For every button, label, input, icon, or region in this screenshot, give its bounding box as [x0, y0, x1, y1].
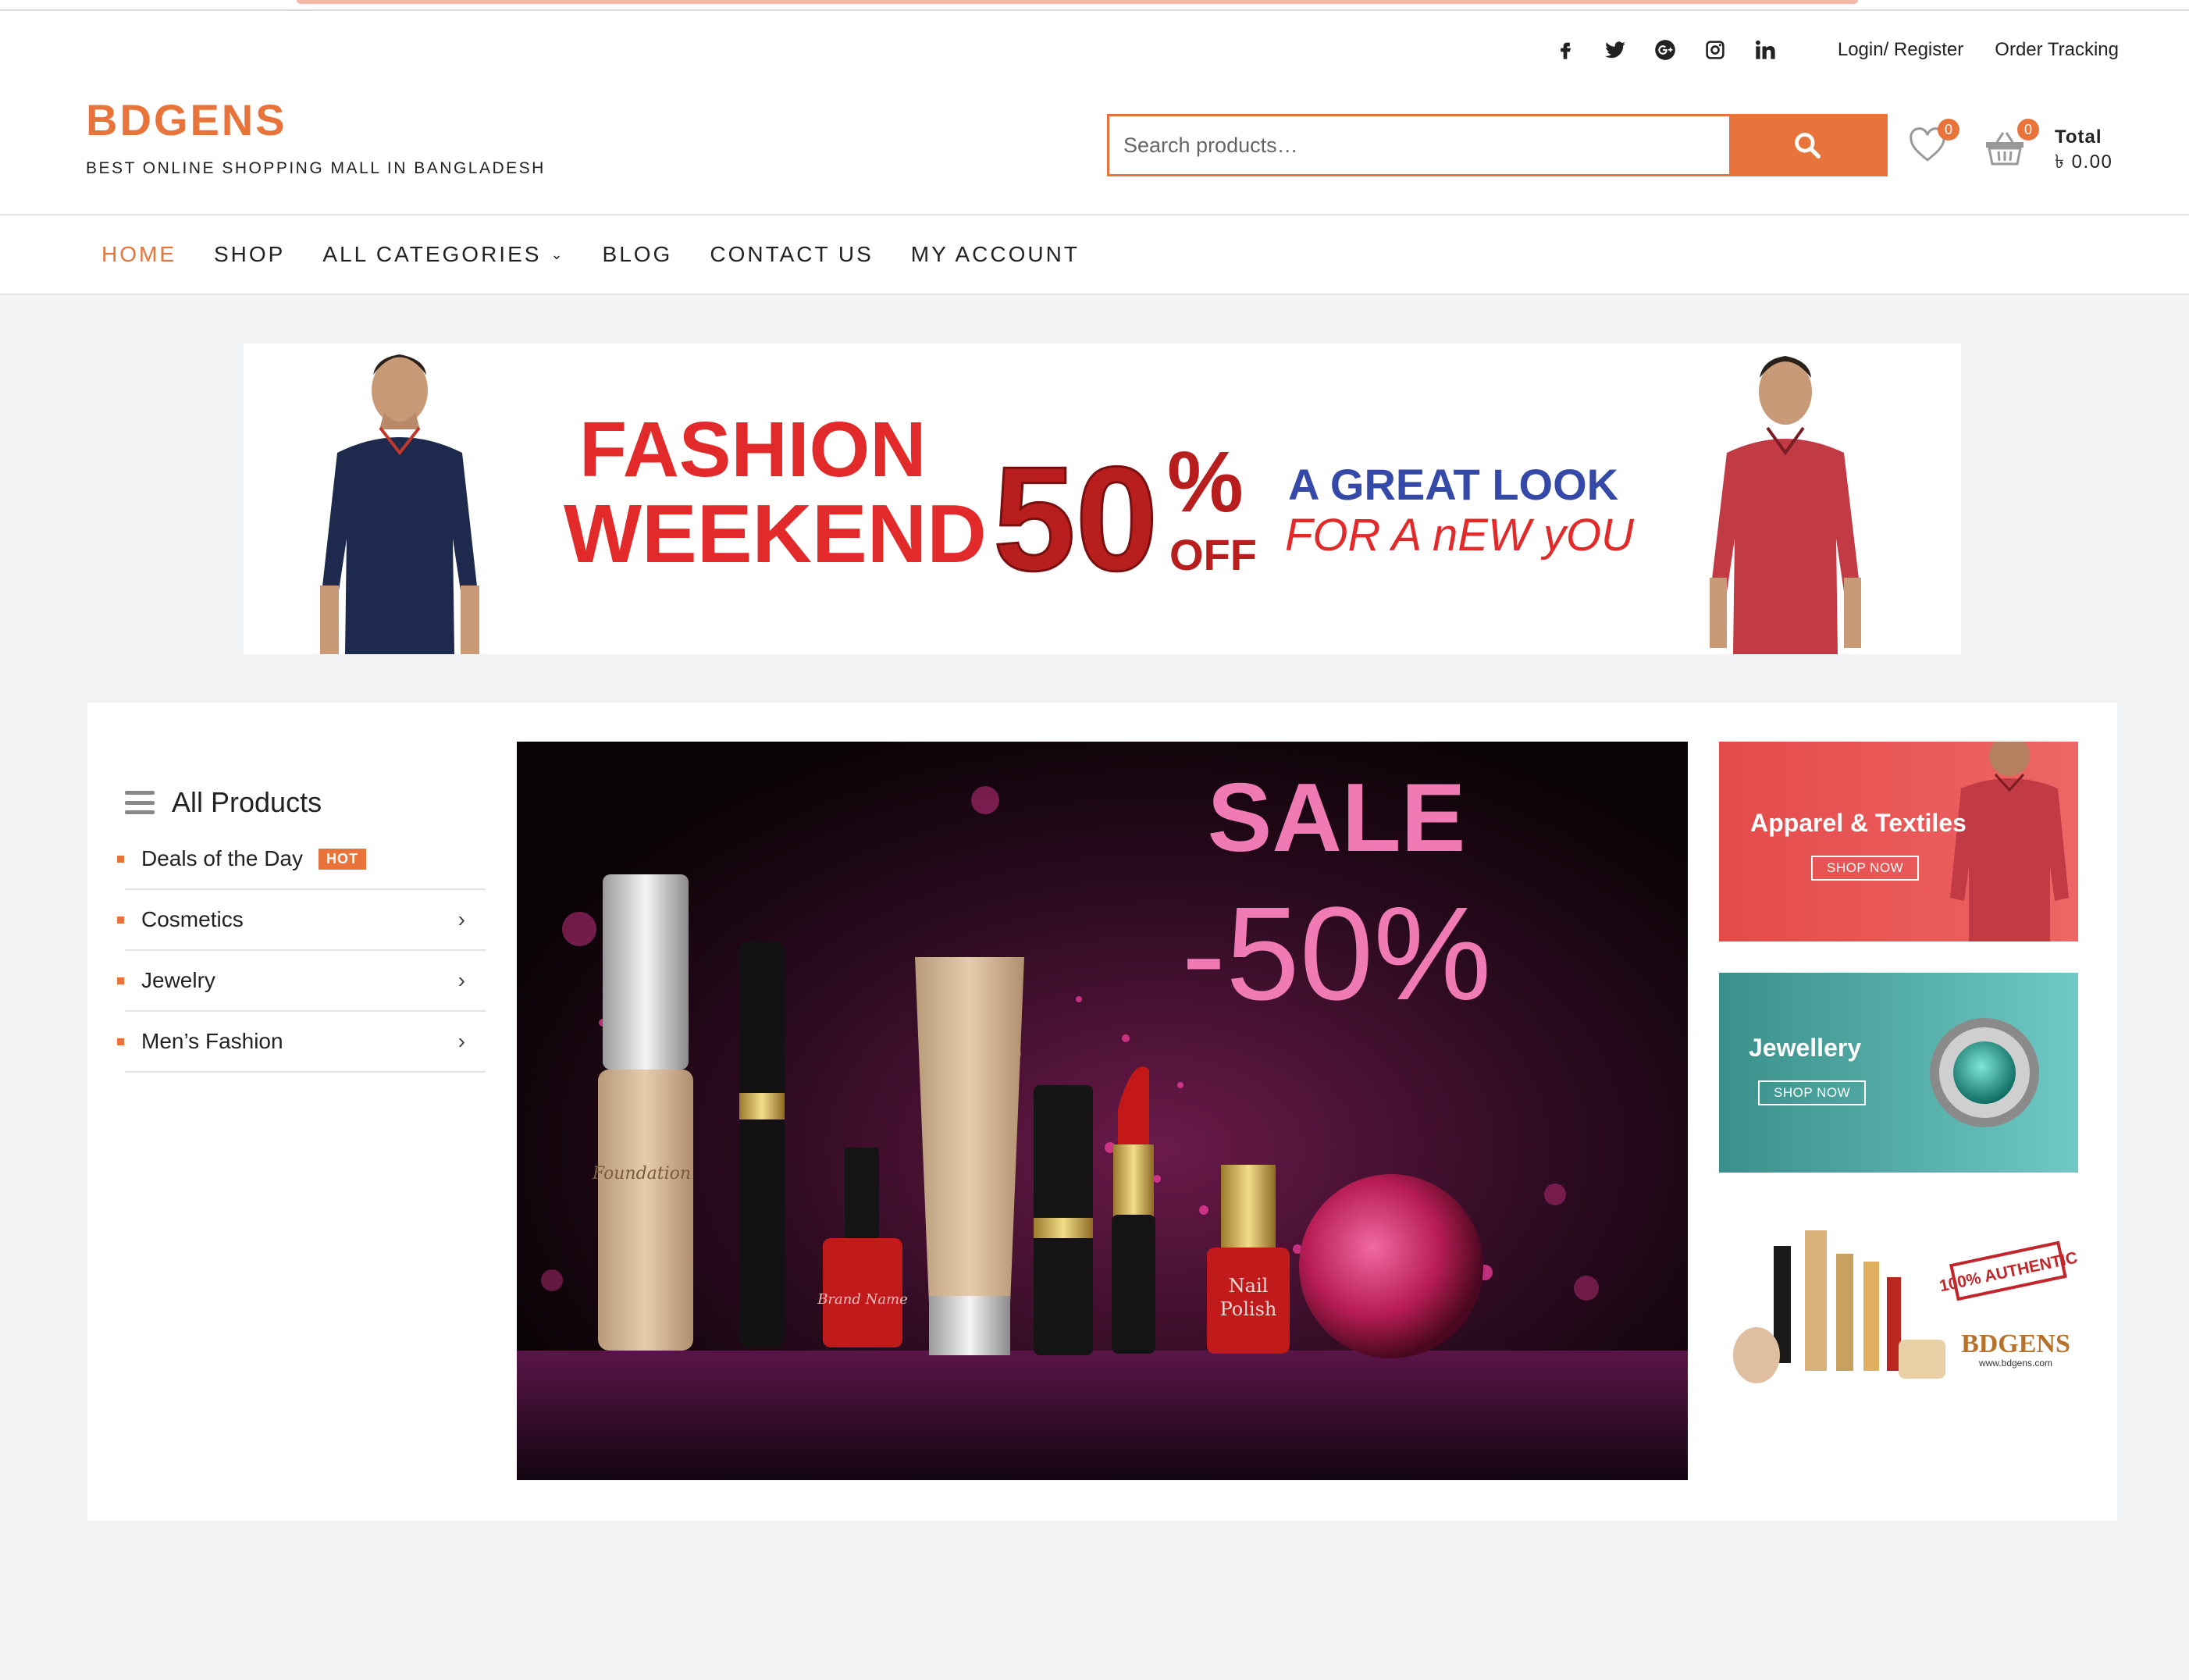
nav-item-shop[interactable]: SHOP [214, 242, 285, 267]
category-menu-header[interactable]: All Products [125, 781, 486, 824]
chevron-right-icon: › [457, 968, 465, 992]
category-item-label: Deals of the Day [141, 846, 303, 870]
hamburger-icon [125, 791, 155, 814]
hot-badge: HOT [319, 848, 366, 870]
main-navigation: HOME SHOP ALL CATEGORIES ⌄ BLOG CONTACT U… [0, 214, 2189, 295]
cart-total[interactable]: Total ৳ 0.00 [2055, 125, 2112, 175]
jewellery-shop-now-button[interactable]: SHOP NOW [1758, 1080, 1867, 1105]
nav-item-contact-us[interactable]: CONTACT US [710, 242, 873, 267]
top-accent-bar [297, 0, 1858, 4]
promo-line-2: WEEKEND [564, 488, 987, 580]
category-menu-title: All Products [172, 786, 322, 818]
search-input[interactable] [1109, 116, 1729, 174]
site-header: Login/ Register Order Tracking BDGENS BE… [0, 11, 2189, 214]
facebook-icon[interactable] [1554, 38, 1577, 62]
login-register-link[interactable]: Login/ Register [1838, 39, 1963, 61]
twitter-icon[interactable] [1603, 38, 1627, 62]
nail-polish-label-line-1: Nail [1229, 1275, 1269, 1297]
fashion-weekend-banner[interactable]: FASHION WEEKEND 50 % OFF A GREAT LOOK FO… [244, 343, 1961, 654]
brand-name: BDGENS [86, 95, 287, 144]
main-panel: All Products Deals of the Day HOT Cosmet… [87, 703, 2117, 1521]
chevron-down-icon: ⌄ [550, 246, 565, 262]
bullet-icon [117, 977, 124, 984]
hero-sale-title: SALE [1208, 764, 1466, 872]
nav-item-home[interactable]: HOME [101, 242, 176, 267]
wishlist-button[interactable]: 0 [1908, 119, 1959, 166]
nav-item-my-account[interactable]: MY ACCOUNT [911, 242, 1080, 267]
instagram-icon[interactable] [1703, 38, 1727, 62]
search-button[interactable] [1729, 116, 1885, 174]
bdgens-logo-text: BDGENS [1961, 1329, 2070, 1358]
nail-polish-label-line-2: Polish [1220, 1298, 1277, 1320]
bullet-icon [117, 916, 124, 924]
brand-tagline: BEST ONLINE SHOPPING MALL IN BANGLADESH [86, 159, 546, 177]
promo-discount-number: 50 [993, 436, 1158, 602]
promo-off-label: OFF [1169, 530, 1257, 579]
nail-polish-brand-label: Brand Name [817, 1291, 908, 1308]
authentic-stamp: 100% AUTHENTIC [1938, 1240, 2078, 1301]
cosmetics-sale-hero-banner[interactable]: Foundation Brand Name Nail Polish SALE -… [517, 742, 1688, 1480]
apparel-textiles-banner[interactable]: Apparel & Textiles SHOP NOW [1719, 742, 2078, 941]
promo-line-1: FASHION [579, 406, 926, 493]
authentic-cosmetics-banner[interactable]: 100% AUTHENTIC BDGENS www.bdgens.com [1719, 1199, 2078, 1410]
apparel-banner-title: Apparel & Textiles [1750, 809, 1967, 837]
search-bar [1107, 114, 1888, 176]
top-bar: Login/ Register Order Tracking [1554, 27, 2119, 73]
social-links [1554, 38, 1777, 62]
model-red-shirt-image [1710, 356, 1861, 654]
order-tracking-link[interactable]: Order Tracking [1995, 39, 2119, 61]
cart-button[interactable]: 0 [1983, 119, 2039, 170]
promo-percent: % [1167, 434, 1244, 530]
linkedin-icon[interactable] [1753, 38, 1777, 62]
jewellery-banner-title: Jewellery [1749, 1034, 1862, 1062]
model-navy-shirt-image [320, 354, 479, 654]
chevron-right-icon: › [457, 907, 465, 931]
nav-item-blog[interactable]: BLOG [603, 242, 673, 267]
apparel-shop-now-button[interactable]: SHOP NOW [1811, 856, 1920, 881]
top-strip [0, 0, 2189, 11]
cart-total-label: Total [2055, 126, 2102, 148]
ring-image [1930, 1018, 2039, 1127]
bullet-icon [117, 1038, 124, 1045]
nav-item-all-categories-label: ALL CATEGORIES [322, 242, 542, 266]
search-icon [1795, 133, 1821, 158]
category-item-deals-of-the-day[interactable]: Deals of the Day HOT [117, 829, 486, 890]
cart-total-amount: ৳ 0.00 [2055, 151, 2113, 173]
wishlist-count-badge: 0 [1938, 119, 1959, 141]
cart-count-badge: 0 [2017, 119, 2039, 141]
nav-item-all-categories[interactable]: ALL CATEGORIES ⌄ [322, 242, 564, 267]
chevron-right-icon: › [457, 1029, 465, 1053]
category-item-label: Cosmetics [141, 907, 244, 931]
bdgens-url-text: www.bdgens.com [1978, 1358, 2052, 1369]
category-item-mens-fashion[interactable]: Men’s Fashion › [117, 1012, 486, 1073]
hero-sale-discount: -50% [1182, 880, 1492, 1028]
category-item-cosmetics[interactable]: Cosmetics › [117, 890, 486, 951]
promo-slogan-1: A GREAT LOOK [1288, 460, 1618, 509]
site-logo[interactable]: BDGENS BEST ONLINE SHOPPING MALL IN BANG… [86, 98, 546, 178]
foundation-bottle-label: Foundation [592, 1164, 691, 1183]
category-item-jewelry[interactable]: Jewelry › [117, 951, 486, 1012]
category-menu: All Products Deals of the Day HOT Cosmet… [117, 781, 486, 1073]
promo-slogan-2: FOR A nEW yOU [1285, 510, 1635, 561]
category-item-label: Men’s Fashion [141, 1029, 283, 1053]
category-item-label: Jewelry [141, 968, 215, 992]
jewellery-banner[interactable]: Jewellery SHOP NOW [1719, 973, 2078, 1173]
cosmetics-products-image [1733, 1230, 1945, 1383]
bullet-icon [117, 855, 124, 863]
google-plus-icon[interactable] [1653, 38, 1677, 62]
